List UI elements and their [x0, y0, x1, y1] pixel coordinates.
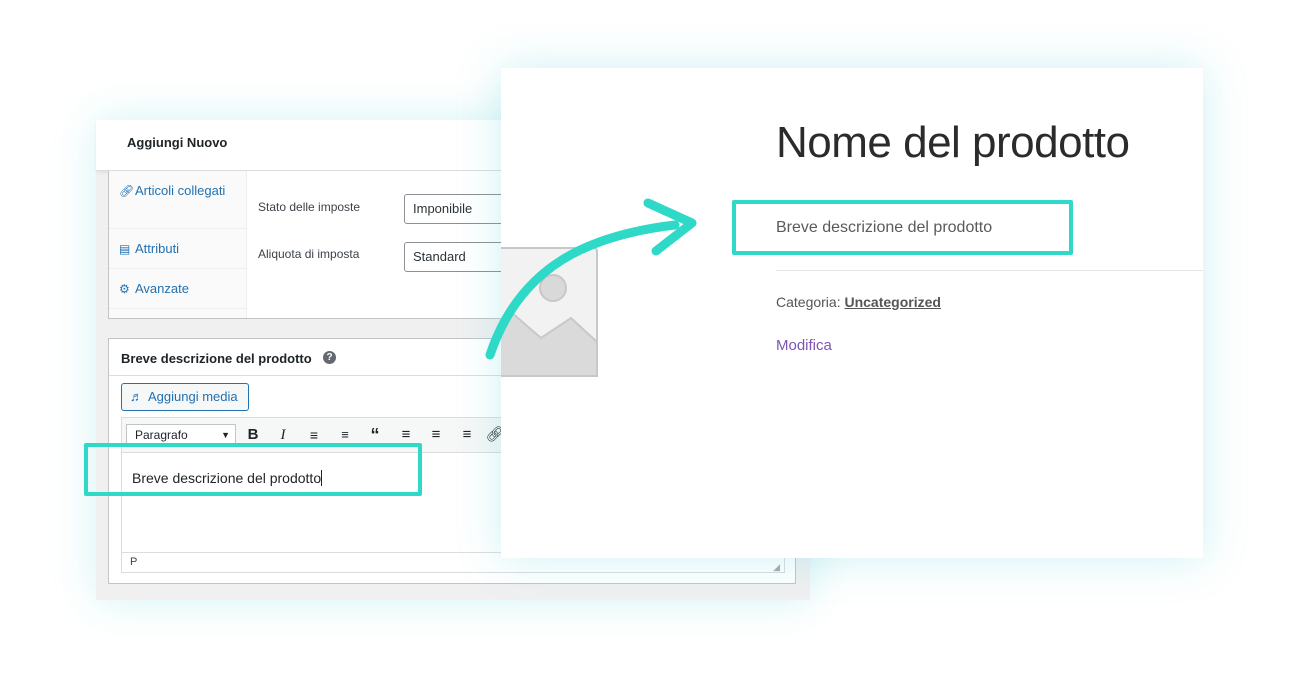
highlight-box-editor: [84, 443, 422, 496]
tab-label: Attributi: [135, 241, 180, 256]
resize-handle-icon[interactable]: ◢: [773, 558, 780, 577]
element-path: P: [130, 556, 138, 568]
edit-link[interactable]: Modifica: [776, 337, 832, 354]
link-icon: 🔗︎: [119, 184, 135, 198]
divider: [776, 270, 1203, 271]
media-icon: ♬: [130, 389, 143, 404]
gear-icon: ⚙: [119, 282, 130, 296]
curved-arrow-icon: [485, 198, 697, 360]
tab-linked-products[interactable]: 🔗︎Articoli collegati: [109, 171, 246, 229]
category-link[interactable]: Uncategorized: [844, 294, 940, 310]
format-select-value: Paragrafo: [135, 428, 188, 442]
tab-label: Articoli collegati: [135, 183, 226, 198]
product-category: Categoria: Uncategorized: [776, 294, 941, 310]
tab-advanced[interactable]: ⚙ Avanzate: [109, 269, 246, 309]
align-center-icon[interactable]: ≡: [425, 424, 447, 446]
page-title: Aggiungi Nuovo: [127, 135, 228, 150]
highlight-box-product: [732, 200, 1073, 255]
add-media-button[interactable]: ♬ Aggiungi media: [121, 383, 249, 411]
align-right-icon[interactable]: ≡: [456, 424, 478, 446]
tab-label: Avanzate: [135, 281, 189, 296]
product-title: Nome del prodotto: [776, 118, 1130, 167]
category-label: Categoria:: [776, 294, 841, 310]
short-description-title: Breve descrizione del prodotto: [121, 351, 312, 366]
add-media-label: Aggiungi media: [148, 389, 238, 404]
chevron-down-icon: ▼: [221, 430, 230, 440]
help-icon[interactable]: ?: [323, 351, 336, 364]
tax-status-label: Stato delle imposte: [258, 200, 361, 214]
tax-class-label: Aliquota di imposta: [258, 247, 360, 261]
product-data-tabs: 🔗︎Articoli collegati ▤ Attributi ⚙ Avanzat…: [109, 171, 247, 318]
tab-attributes[interactable]: ▤ Attributi: [109, 229, 246, 269]
list-icon: ▤: [119, 242, 131, 256]
